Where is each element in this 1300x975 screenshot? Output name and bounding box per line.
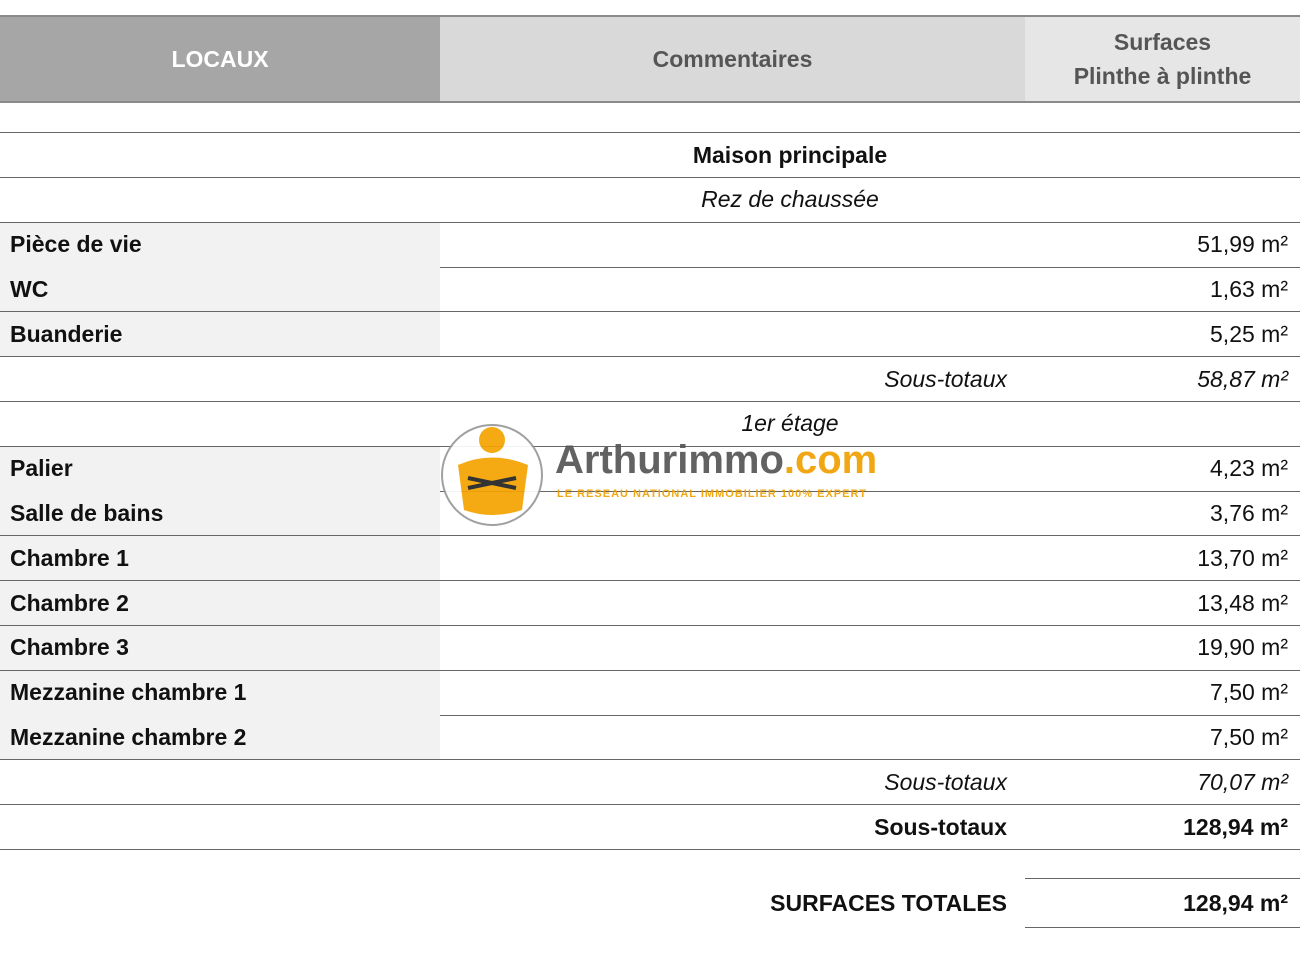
arthurimmo-watermark: Arthurimmo.com LE RESEAU NATIONAL IMMOBI… xyxy=(440,420,880,530)
subtotal-row: Sous-totaux 58,87 m² xyxy=(0,357,1300,402)
subtotal-label: Sous-totaux xyxy=(884,768,1007,795)
room-name: Chambre 2 xyxy=(0,581,440,625)
mascot-logo-icon xyxy=(441,424,543,526)
room-name: Chambre 3 xyxy=(0,625,440,670)
building-subtotal-value: 128,94 m² xyxy=(1183,813,1288,840)
table-header: LOCAUX Commentaires Surfaces Plinthe à pl… xyxy=(0,15,1300,103)
brand-name: Arthurimmo.com xyxy=(555,438,878,482)
level-title: Rez de chaussée xyxy=(701,186,879,213)
building-subtotal-label: Sous-totaux xyxy=(874,813,1007,840)
table-row: Pièce de vie 51,99 m² xyxy=(0,222,1300,268)
table-row: WC 1,63 m² xyxy=(0,267,1300,313)
room-surface: 5,25 m² xyxy=(1210,320,1288,347)
table-row: Chambre 3 19,90 m² xyxy=(0,625,1300,671)
room-name: WC xyxy=(0,267,440,312)
building-title: Maison principale xyxy=(692,141,888,168)
header-surfaces-line1: Surfaces xyxy=(1113,29,1212,55)
room-name: Buanderie xyxy=(0,312,440,357)
total-row: SURFACES TOTALES 128,94 m² xyxy=(0,878,1300,928)
room-name: Palier xyxy=(0,446,440,491)
subtotal-row: Sous-totaux 70,07 m² xyxy=(0,760,1300,806)
table-row: Buanderie 5,25 m² xyxy=(0,312,1300,358)
room-surface: 51,99 m² xyxy=(1197,231,1288,258)
subtotal-value: 70,07 m² xyxy=(1197,768,1288,795)
header-locaux: LOCAUX xyxy=(0,17,440,101)
table-row: Chambre 2 13,48 m² xyxy=(0,581,1300,626)
table-row: Mezzanine chambre 2 7,50 m² xyxy=(0,715,1300,761)
room-surface: 4,23 m² xyxy=(1210,455,1288,482)
building-row: Maison principale xyxy=(0,133,1300,178)
room-name: Mezzanine chambre 1 xyxy=(0,670,440,715)
room-surface: 13,48 m² xyxy=(1197,589,1288,616)
room-surface: 3,76 m² xyxy=(1210,499,1288,526)
header-surfaces-line2: Plinthe à plinthe xyxy=(1073,63,1252,89)
room-name: Chambre 1 xyxy=(0,536,440,581)
building-subtotal-row: Sous-totaux 128,94 m² xyxy=(0,805,1300,850)
table-row: Chambre 1 13,70 m² xyxy=(0,536,1300,582)
room-surface: 1,63 m² xyxy=(1210,275,1288,302)
header-surfaces: Surfaces Plinthe à plinthe xyxy=(1025,17,1300,101)
total-value: 128,94 m² xyxy=(1025,878,1300,928)
brand-tagline: LE RESEAU NATIONAL IMMOBILIER 100% EXPER… xyxy=(557,488,868,500)
room-name: Pièce de vie xyxy=(0,222,440,267)
total-label: SURFACES TOTALES xyxy=(770,889,1007,916)
room-surface: 7,50 m² xyxy=(1210,679,1288,706)
room-surface: 13,70 m² xyxy=(1197,544,1288,571)
room-name: Salle de bains xyxy=(0,491,440,536)
table-row: Mezzanine chambre 1 7,50 m² xyxy=(0,670,1300,716)
level-row: Rez de chaussée xyxy=(0,178,1300,223)
room-name: Mezzanine chambre 2 xyxy=(0,715,440,760)
room-surface: 19,90 m² xyxy=(1197,634,1288,661)
header-commentaires: Commentaires xyxy=(440,17,1025,101)
subtotal-label: Sous-totaux xyxy=(884,365,1007,392)
room-surface: 7,50 m² xyxy=(1210,723,1288,750)
subtotal-value: 58,87 m² xyxy=(1197,365,1288,392)
